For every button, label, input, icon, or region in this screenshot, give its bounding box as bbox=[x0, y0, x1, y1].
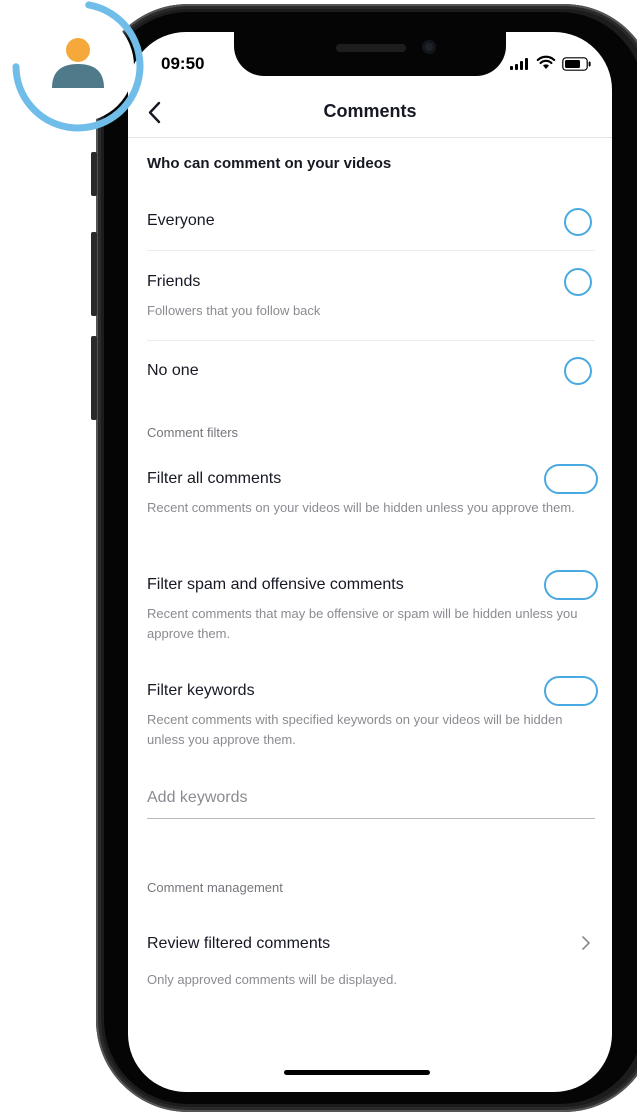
avatar-head bbox=[66, 38, 90, 62]
comment-management-heading: Comment management bbox=[147, 880, 283, 895]
filter-spam-toggle[interactable] bbox=[544, 570, 598, 600]
volume-up-button bbox=[91, 232, 97, 316]
mute-switch bbox=[91, 152, 97, 196]
option-no-one-label: No one bbox=[147, 362, 199, 379]
radio-no-one[interactable] bbox=[564, 357, 592, 385]
keywords-input-underline bbox=[147, 818, 595, 819]
review-filtered-comments-description: Only approved comments will be displayed… bbox=[147, 972, 398, 987]
radio-friends[interactable] bbox=[564, 268, 592, 296]
header-divider bbox=[128, 137, 612, 138]
battery-icon bbox=[562, 57, 591, 71]
option-friends-sublabel: Followers that you follow back bbox=[147, 303, 321, 318]
home-indicator bbox=[284, 1070, 430, 1075]
volume-down-button bbox=[91, 336, 97, 420]
option-divider bbox=[147, 250, 595, 251]
filter-keywords-toggle[interactable] bbox=[544, 676, 598, 706]
filter-keywords-description: Recent comments with specified keywords … bbox=[147, 712, 563, 747]
front-camera bbox=[422, 40, 436, 54]
option-friends-label: Friends bbox=[147, 273, 201, 290]
filter-keywords-label: Filter keywords bbox=[147, 682, 255, 699]
page-title: Comments bbox=[323, 101, 417, 121]
screenshot-stage: 09:50 Comments Who can comment on your v… bbox=[0, 0, 637, 1118]
radio-everyone[interactable] bbox=[564, 208, 592, 236]
chevron-right-icon bbox=[582, 936, 590, 950]
option-everyone-label: Everyone bbox=[147, 212, 215, 229]
comment-filters-heading: Comment filters bbox=[147, 425, 239, 440]
cellular-signal-icon bbox=[510, 58, 528, 70]
who-can-comment-heading: Who can comment on your videos bbox=[147, 155, 392, 172]
user-avatar-icon bbox=[12, 0, 144, 132]
filter-all-toggle[interactable] bbox=[544, 464, 598, 494]
filter-spam-label: Filter spam and offensive comments bbox=[147, 576, 404, 593]
filter-all-description: Recent comments on your videos will be h… bbox=[147, 500, 575, 515]
add-keywords-input[interactable] bbox=[147, 783, 595, 813]
status-time: 09:50 bbox=[161, 54, 205, 73]
review-filtered-comments-label: Review filtered comments bbox=[147, 935, 331, 952]
filter-spam-description: Recent comments that may be offensive or… bbox=[147, 606, 578, 641]
option-divider bbox=[147, 340, 595, 341]
earpiece-speaker bbox=[336, 44, 406, 52]
filter-all-label: Filter all comments bbox=[147, 470, 282, 487]
wifi-icon bbox=[536, 55, 556, 69]
